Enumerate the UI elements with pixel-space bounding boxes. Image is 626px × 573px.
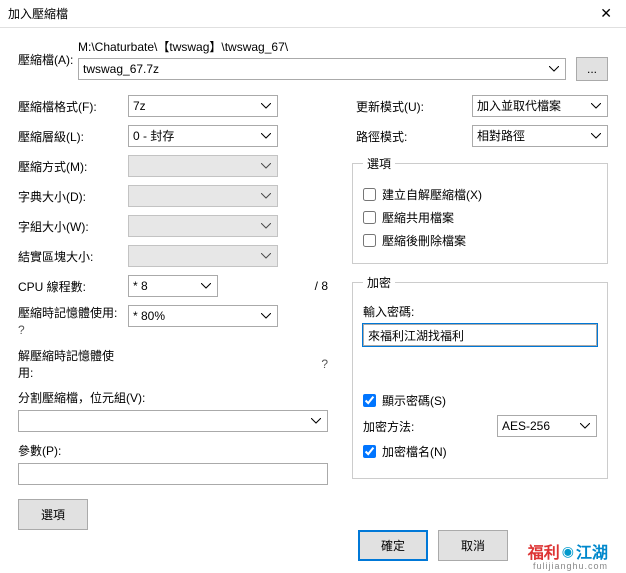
encryption-legend: 加密: [363, 274, 395, 291]
showpw-checkbox[interactable]: [363, 394, 376, 407]
password-label: 輸入密碼:: [363, 303, 597, 320]
window-title: 加入壓縮檔: [8, 5, 68, 22]
dict-select: [128, 185, 278, 207]
threads-label: CPU 線程數:: [18, 278, 128, 295]
options-fieldset: 選項 建立自解壓縮檔(X) 壓縮共用檔案 壓縮後刪除檔案: [352, 155, 608, 264]
format-label: 壓縮檔格式(F):: [18, 98, 128, 115]
archive-label: 壓縮檔(A):: [18, 51, 78, 68]
level-select[interactable]: 0 - 封存: [128, 125, 278, 147]
delafter-label: 壓縮後刪除檔案: [382, 232, 466, 249]
solid-select: [128, 245, 278, 267]
sfx-label: 建立自解壓縮檔(X): [382, 186, 482, 203]
watermark-sub: fulijianghu.com: [533, 561, 608, 571]
delafter-checkbox[interactable]: [363, 234, 376, 247]
threads-select[interactable]: * 8: [128, 275, 218, 297]
watermark: 福利 ◉ 江湖: [528, 539, 608, 563]
update-select[interactable]: 加入並取代檔案: [472, 95, 608, 117]
update-label: 更新模式(U):: [352, 98, 472, 115]
shared-checkbox[interactable]: [363, 211, 376, 224]
level-label: 壓縮層級(L):: [18, 128, 128, 145]
memcomp-hint: ?: [18, 323, 25, 337]
cancel-button[interactable]: 取消: [438, 530, 508, 561]
shared-label: 壓縮共用檔案: [382, 209, 454, 226]
split-select[interactable]: [18, 410, 328, 432]
pathmode-select[interactable]: 相對路徑: [472, 125, 608, 147]
encmethod-label: 加密方法:: [363, 418, 497, 435]
solid-label: 結實區塊大小:: [18, 248, 128, 265]
memdecomp-label: 解壓縮時記憶體使用:: [18, 347, 128, 381]
options-button[interactable]: 選項: [18, 499, 88, 530]
params-label: 參數(P):: [18, 442, 328, 459]
threads-total: / 8: [315, 279, 328, 293]
params-input[interactable]: [18, 463, 328, 485]
encmethod-select[interactable]: AES-256: [497, 415, 597, 437]
memdecomp-hint: ?: [321, 357, 328, 371]
ok-button[interactable]: 確定: [358, 530, 428, 561]
browse-button[interactable]: ...: [576, 57, 608, 81]
close-icon[interactable]: ✕: [594, 5, 618, 22]
encnames-checkbox[interactable]: [363, 445, 376, 458]
sfx-checkbox[interactable]: [363, 188, 376, 201]
method-select: [128, 155, 278, 177]
word-label: 字組大小(W):: [18, 218, 128, 235]
showpw-label: 顯示密碼(S): [382, 392, 446, 409]
encryption-fieldset: 加密 輸入密碼: 顯示密碼(S) 加密方法: AES-256 加密檔名(N): [352, 274, 608, 479]
password-input[interactable]: [363, 324, 597, 346]
method-label: 壓縮方式(M):: [18, 158, 128, 175]
dict-label: 字典大小(D):: [18, 188, 128, 205]
options-legend: 選項: [363, 155, 395, 172]
format-select[interactable]: 7z: [128, 95, 278, 117]
split-label: 分割壓縮檔，位元組(V):: [18, 389, 328, 406]
archive-path: M:\Chaturbate\【twswag】\twswag_67\: [78, 38, 608, 55]
memcomp-label: 壓縮時記憶體使用:: [18, 306, 117, 320]
word-select: [128, 215, 278, 237]
archive-filename-select[interactable]: twswag_67.7z: [78, 58, 566, 80]
pathmode-label: 路徑模式:: [352, 128, 472, 145]
encnames-label: 加密檔名(N): [382, 443, 447, 460]
memcomp-select[interactable]: * 80%: [128, 305, 278, 327]
